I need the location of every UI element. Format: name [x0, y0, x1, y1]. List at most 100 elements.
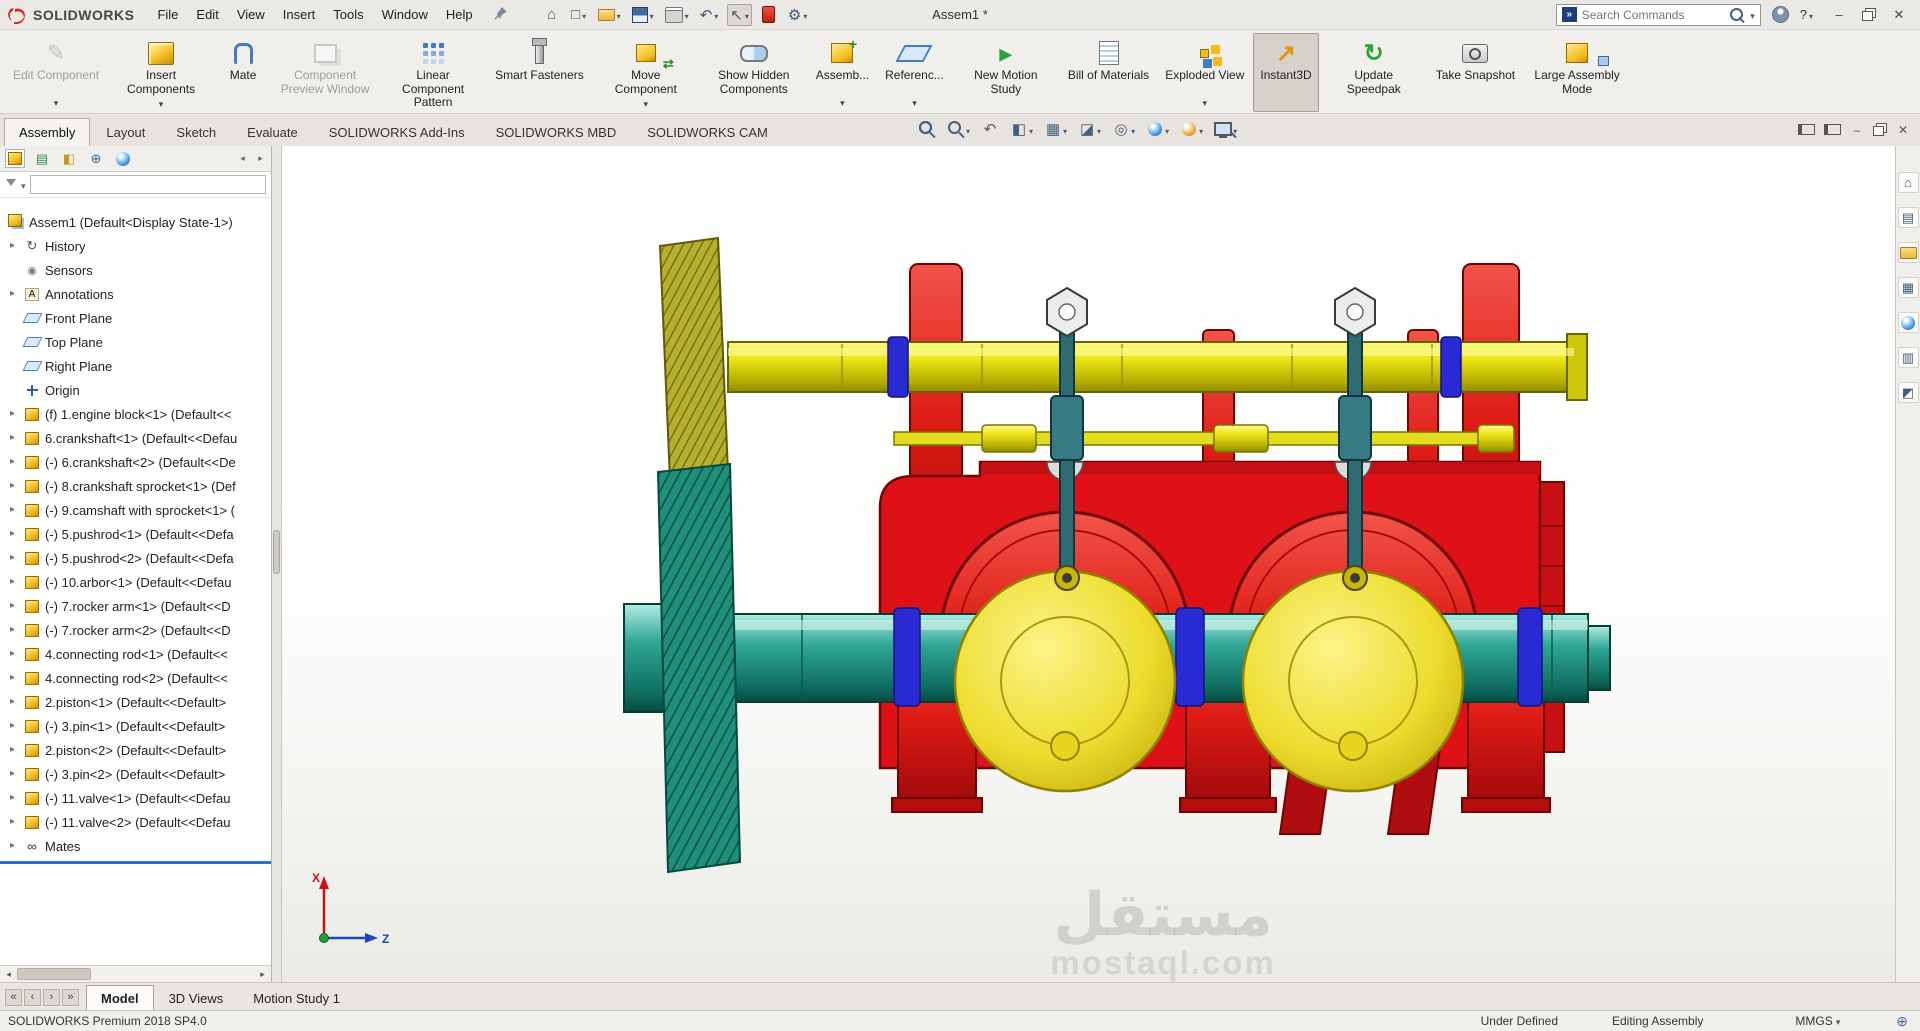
- new-document-icon[interactable]: □: [569, 4, 589, 26]
- tree-item[interactable]: (f) 1.engine block<1> (Default<<: [0, 402, 271, 426]
- expand-arrow-icon[interactable]: [10, 817, 23, 827]
- display-style-icon[interactable]: ◪: [1078, 120, 1101, 138]
- ribbon-button[interactable]: Instant3D: [1253, 33, 1319, 112]
- options-gear-icon[interactable]: ⚙: [786, 4, 809, 26]
- displaymanager-tab-icon[interactable]: [113, 149, 133, 168]
- expand-arrow-icon[interactable]: [10, 577, 23, 587]
- previous-view-icon[interactable]: ↶: [981, 120, 999, 138]
- zoom-area-icon[interactable]: [947, 120, 970, 138]
- tree-item[interactable]: (-) 3.pin<1> (Default<<Default>: [0, 714, 271, 738]
- tree-item[interactable]: Top Plane: [0, 330, 271, 354]
- user-account-icon[interactable]: [1771, 6, 1789, 23]
- ribbon-tab[interactable]: SOLIDWORKS CAM: [632, 118, 783, 146]
- tree-item[interactable]: (-) 10.arbor<1> (Default<<Defau: [0, 570, 271, 594]
- ribbon-button[interactable]: Smart Fasteners: [488, 33, 591, 112]
- expand-arrow-icon[interactable]: [10, 745, 23, 755]
- tree-item[interactable]: (-) 5.pushrod<1> (Default<<Defa: [0, 522, 271, 546]
- tree-item[interactable]: Right Plane: [0, 354, 271, 378]
- open-document-icon[interactable]: [596, 4, 623, 26]
- tree-item[interactable]: (-) 11.valve<1> (Default<<Defau: [0, 786, 271, 810]
- menu-item[interactable]: Edit: [187, 3, 227, 26]
- ribbon-button[interactable]: Take Snapshot: [1429, 33, 1522, 112]
- undo-icon[interactable]: ↶: [698, 4, 721, 26]
- menu-item[interactable]: Help: [437, 3, 482, 26]
- expand-arrow-icon[interactable]: [10, 433, 23, 443]
- hide-show-items-icon[interactable]: ◎: [1112, 120, 1135, 138]
- ribbon-button[interactable]: Bill of Materials: [1061, 33, 1156, 112]
- menu-item[interactable]: File: [148, 3, 187, 26]
- solidworks-resources-icon[interactable]: ⌂: [1897, 172, 1919, 193]
- menu-item[interactable]: View: [228, 3, 274, 26]
- language-icon[interactable]: [1896, 1013, 1908, 1030]
- document-tab[interactable]: Motion Study 1: [238, 985, 355, 1010]
- task-pane-toggle-icon[interactable]: [1824, 122, 1841, 137]
- view-orientation-icon[interactable]: ▦: [1044, 120, 1067, 138]
- document-tab[interactable]: 3D Views: [154, 985, 239, 1010]
- select-tool-icon[interactable]: ↖: [727, 3, 752, 26]
- expand-arrow-icon[interactable]: [10, 673, 23, 683]
- tree-item[interactable]: (-) 6.crankshaft<2> (Default<<De: [0, 450, 271, 474]
- ribbon-tab[interactable]: Layout: [91, 118, 160, 146]
- expand-arrow-icon[interactable]: [10, 505, 23, 515]
- expand-arrow-icon[interactable]: [10, 481, 23, 491]
- ribbon-button[interactable]: New Motion Study: [953, 33, 1059, 112]
- forum-icon[interactable]: ◩: [1897, 382, 1919, 403]
- tree-item[interactable]: (-) 8.crankshaft sprocket<1> (Def: [0, 474, 271, 498]
- xpress-products-icon[interactable]: [759, 4, 779, 26]
- search-caret-icon[interactable]: [1750, 7, 1755, 22]
- ribbon-button[interactable]: Linear Component Pattern: [380, 33, 486, 112]
- scroll-right-icon[interactable]: [254, 966, 271, 982]
- ribbon-tab[interactable]: Evaluate: [232, 118, 313, 146]
- appearances-scenes-icon[interactable]: [1897, 312, 1919, 333]
- pin-menu-icon[interactable]: [494, 6, 508, 23]
- filter-caret-icon[interactable]: [21, 177, 26, 192]
- tree-item[interactable]: Front Plane: [0, 306, 271, 330]
- tree-item[interactable]: Origin: [0, 378, 271, 402]
- tree-item[interactable]: (-) 7.rocker arm<1> (Default<<D: [0, 594, 271, 618]
- design-library-icon[interactable]: ▤: [1897, 207, 1919, 228]
- camshaft-sprocket-part[interactable]: [658, 236, 730, 482]
- minimize-document-icon[interactable]: –: [1850, 122, 1864, 137]
- menu-item[interactable]: Window: [373, 3, 437, 26]
- ribbon-button[interactable]: Large Assembly Mode: [1524, 33, 1630, 112]
- tree-item[interactable]: 2.piston<1> (Default<<Default>: [0, 690, 271, 714]
- search-input[interactable]: [1581, 7, 1725, 22]
- expand-arrow-icon[interactable]: [10, 529, 23, 539]
- expand-arrow-icon[interactable]: [10, 457, 23, 467]
- close-document-icon[interactable]: ✕: [1896, 122, 1910, 137]
- tree-item[interactable]: History: [0, 234, 271, 258]
- tree-item[interactable]: (-) 3.pin<2> (Default<<Default>: [0, 762, 271, 786]
- ribbon-button[interactable]: Component Preview Window: [272, 33, 378, 112]
- crankshaft-sprocket-part[interactable]: [656, 462, 742, 874]
- view-palette-icon[interactable]: ▦: [1897, 277, 1919, 298]
- ribbon-tab[interactable]: SOLIDWORKS MBD: [481, 118, 632, 146]
- menu-item[interactable]: Tools: [324, 3, 372, 26]
- panel-tab-scroll-left-icon[interactable]: ◂: [237, 149, 248, 168]
- panel-tab-scroll-right-icon[interactable]: ▸: [255, 149, 266, 168]
- expand-arrow-icon[interactable]: [10, 601, 23, 611]
- expand-arrow-icon[interactable]: [10, 649, 23, 659]
- expand-arrow-icon[interactable]: [10, 721, 23, 731]
- tree-item[interactable]: 4.connecting rod<2> (Default<<: [0, 666, 271, 690]
- expand-arrow-icon[interactable]: [10, 793, 23, 803]
- tab-scroll-prev-icon[interactable]: ‹: [24, 989, 41, 1006]
- print-icon[interactable]: [663, 4, 691, 26]
- home-icon[interactable]: ⌂: [542, 4, 562, 26]
- splitter-handle[interactable]: [273, 530, 280, 574]
- ribbon-tab[interactable]: Assembly: [4, 118, 91, 146]
- tree-item[interactable]: (-) 5.pushrod<2> (Default<<Defa: [0, 546, 271, 570]
- scroll-left-icon[interactable]: [0, 966, 17, 982]
- tree-item[interactable]: 6.crankshaft<1> (Default<<Defau: [0, 426, 271, 450]
- configurationmanager-tab-icon[interactable]: ◧: [59, 149, 79, 168]
- command-search[interactable]: [1555, 3, 1761, 26]
- section-view-icon[interactable]: ◧: [1010, 120, 1033, 138]
- ribbon-tab[interactable]: Sketch: [161, 118, 231, 146]
- tree-filter-input[interactable]: [29, 175, 266, 194]
- ribbon-tab[interactable]: SOLIDWORKS Add-Ins: [314, 118, 480, 146]
- tree-item[interactable]: (-) 9.camshaft with sprocket<1> (: [0, 498, 271, 522]
- custom-properties-icon[interactable]: ▥: [1897, 347, 1919, 368]
- menu-item[interactable]: Insert: [274, 3, 325, 26]
- tree-root-item[interactable]: Assem1 (Default<Display State-1>): [0, 210, 271, 234]
- apply-scene-icon[interactable]: [1180, 120, 1203, 138]
- scrollbar-thumb[interactable]: [17, 968, 91, 980]
